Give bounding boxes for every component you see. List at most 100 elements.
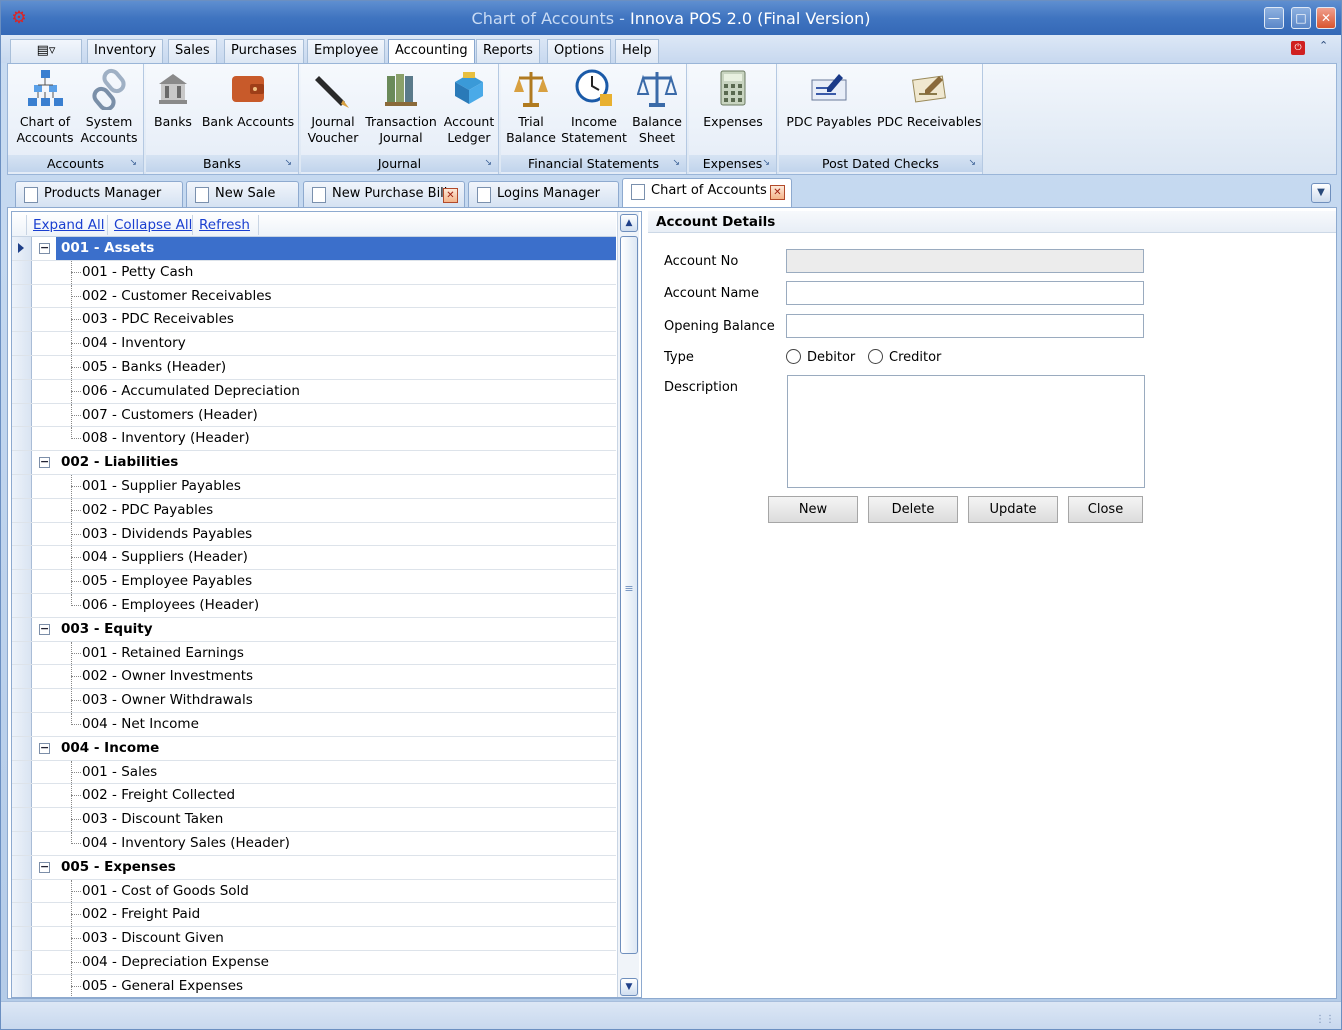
transaction-journal-button[interactable]: Transaction Journal (363, 66, 439, 146)
tree-group-row[interactable]: −003 - Equity (12, 617, 616, 642)
close-button[interactable]: Close (1068, 496, 1143, 523)
tree-account-row[interactable]: 003 - Dividends Payables (12, 522, 616, 547)
tree-account-row[interactable]: 002 - Freight Paid (12, 903, 616, 928)
scroll-up-icon[interactable]: ▲ (620, 214, 638, 232)
tab-list-dropdown-icon[interactable]: ▼ (1311, 183, 1331, 203)
tree-group-row[interactable]: −001 - Assets (12, 237, 616, 261)
tree-group-row[interactable]: −004 - Income (12, 736, 616, 761)
creditor-radio[interactable]: Creditor (868, 349, 941, 365)
tree-account-row[interactable]: 004 - Net Income (12, 712, 616, 737)
row-selector[interactable] (12, 427, 32, 451)
resize-grip-icon[interactable]: ⋮⋮ (1315, 1014, 1335, 1025)
row-selector[interactable] (12, 903, 32, 927)
menu-tab-accounting[interactable]: Accounting (388, 39, 475, 64)
row-selector[interactable] (12, 974, 32, 997)
row-selector[interactable] (12, 712, 32, 736)
scroll-thumb[interactable]: ≡ (620, 236, 638, 954)
tree-account-row[interactable]: 002 - Freight Collected (12, 784, 616, 809)
collapse-node-icon[interactable]: − (39, 456, 50, 469)
close-window-button[interactable]: ✕ (1316, 7, 1336, 29)
tree-account-row[interactable]: 001 - Sales (12, 760, 616, 785)
row-selector[interactable] (12, 570, 32, 593)
row-selector[interactable] (12, 736, 32, 760)
row-selector[interactable] (12, 855, 32, 879)
row-selector[interactable] (12, 927, 32, 950)
tree-account-row[interactable]: 003 - Discount Given (12, 927, 616, 951)
tree-account-row[interactable]: 003 - Owner Withdrawals (12, 689, 616, 713)
update-button[interactable]: Update (968, 496, 1058, 523)
system-accounts-button[interactable]: System Accounts (76, 66, 142, 146)
collapse-ribbon-icon[interactable]: ⌃ (1319, 39, 1328, 52)
row-selector[interactable] (12, 379, 32, 403)
tree-account-row[interactable]: 008 - Inventory (Header) (12, 427, 616, 452)
bank-accounts-button[interactable]: Bank Accounts (201, 66, 295, 130)
tree-account-row[interactable]: 003 - Discount Taken (12, 808, 616, 832)
row-selector[interactable] (12, 237, 32, 260)
power-icon[interactable]: ⏻ (1291, 41, 1305, 55)
tree-account-row[interactable]: 001 - Petty Cash (12, 260, 616, 285)
row-selector[interactable] (12, 522, 32, 546)
balance-sheet-button[interactable]: Balance Sheet (629, 66, 685, 146)
tree-account-row[interactable]: 002 - PDC Payables (12, 498, 616, 523)
pdc-payables-button[interactable]: PDC Payables (783, 66, 875, 130)
row-selector[interactable] (12, 950, 32, 974)
row-selector[interactable] (12, 332, 32, 355)
row-selector[interactable] (12, 831, 32, 855)
scroll-down-icon[interactable]: ▼ (620, 978, 638, 996)
close-tab-icon[interactable]: ✕ (443, 188, 458, 203)
tree-account-row[interactable]: 001 - Supplier Payables (12, 474, 616, 499)
debitor-radio[interactable]: Debitor (786, 349, 855, 365)
row-selector[interactable] (12, 498, 32, 522)
tree-account-row[interactable]: 001 - Retained Earnings (12, 641, 616, 666)
tree-account-row[interactable]: 004 - Inventory Sales (Header) (12, 831, 616, 856)
tree-group-row[interactable]: −005 - Expenses (12, 855, 616, 880)
refresh-link[interactable]: Refresh (192, 215, 250, 235)
tree-account-row[interactable]: 004 - Inventory (12, 332, 616, 356)
tab-new-sale[interactable]: New Sale (186, 181, 299, 207)
row-selector[interactable] (12, 355, 32, 379)
tree-account-row[interactable]: 002 - Owner Investments (12, 665, 616, 690)
row-selector[interactable] (12, 308, 32, 332)
dialog-launcher-icon[interactable]: ↘ (762, 155, 770, 172)
chart-of-accounts-button[interactable]: Chart of Accounts (12, 66, 78, 146)
account-name-field[interactable] (786, 281, 1144, 305)
menu-tab-help[interactable]: Help (615, 39, 659, 63)
banks-button[interactable]: Banks (152, 66, 194, 130)
trial-balance-button[interactable]: Trial Balance (503, 66, 559, 146)
collapse-node-icon[interactable]: − (39, 861, 50, 873)
row-selector[interactable] (12, 451, 32, 474)
row-selector[interactable] (12, 546, 32, 570)
tree-account-row[interactable]: 003 - PDC Receivables (12, 308, 616, 333)
tree-account-row[interactable]: 001 - Cost of Goods Sold (12, 879, 616, 904)
opening-balance-field[interactable] (786, 314, 1144, 338)
tree-account-row[interactable]: 002 - Customer Receivables (12, 284, 616, 309)
delete-button[interactable]: Delete (868, 496, 958, 523)
row-selector[interactable] (12, 284, 32, 308)
close-tab-icon[interactable]: ✕ (770, 185, 785, 200)
dialog-launcher-icon[interactable]: ↘ (484, 155, 492, 172)
tab-new-purchase-bill[interactable]: New Purchase Bill ✕ (303, 181, 465, 207)
menu-tab-inventory[interactable]: Inventory (87, 39, 164, 63)
menu-tab-reports[interactable]: Reports (476, 39, 540, 63)
tree-account-row[interactable]: 005 - Banks (Header) (12, 355, 616, 380)
collapse-node-icon[interactable]: − (39, 242, 50, 254)
menu-tab-employee[interactable]: Employee (307, 39, 386, 63)
quick-access-menu-button[interactable]: ▤▿ (10, 39, 82, 63)
row-selector[interactable] (12, 689, 32, 712)
dialog-launcher-icon[interactable]: ↘ (284, 155, 292, 172)
tree-account-row[interactable]: 005 - General Expenses (12, 974, 616, 997)
tree-account-row[interactable]: 007 - Customers (Header) (12, 403, 616, 428)
new-button[interactable]: New (768, 496, 858, 523)
vertical-scrollbar[interactable]: ▲ ≡ ▼ (617, 212, 639, 997)
menu-tab-purchases[interactable]: Purchases (224, 39, 304, 63)
row-selector[interactable] (12, 784, 32, 808)
tab-products-manager[interactable]: Products Manager (15, 181, 183, 207)
journal-voucher-button[interactable]: Journal Voucher (305, 66, 361, 146)
row-selector[interactable] (12, 641, 32, 665)
tree-account-row[interactable]: 006 - Employees (Header) (12, 593, 616, 618)
dialog-launcher-icon[interactable]: ↘ (129, 155, 137, 172)
income-statement-button[interactable]: Income Statement (561, 66, 627, 146)
tree-account-row[interactable]: 004 - Suppliers (Header) (12, 546, 616, 571)
row-selector[interactable] (12, 260, 32, 284)
row-selector[interactable] (12, 617, 32, 641)
